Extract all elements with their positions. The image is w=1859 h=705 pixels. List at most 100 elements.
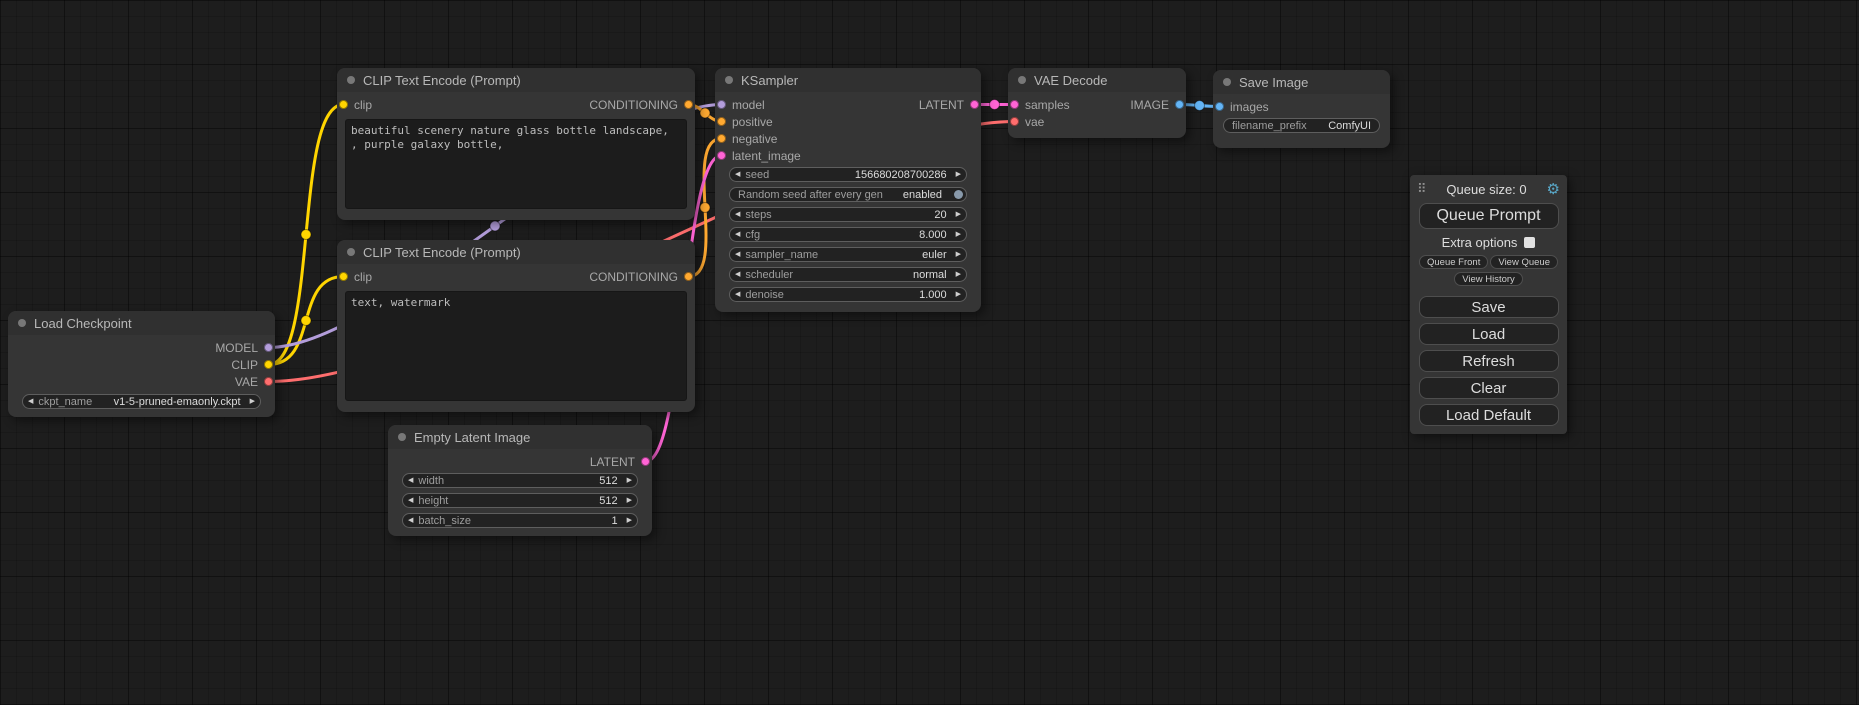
output-slot-model[interactable] xyxy=(264,343,273,352)
increment-arrow-icon[interactable]: ▶ xyxy=(622,477,637,484)
queue-prompt-button[interactable]: Queue Prompt xyxy=(1419,203,1559,229)
node-graph-canvas[interactable]: Load Checkpoint MODEL CLIP VAE ◀ ckpt_na… xyxy=(0,0,1859,705)
collapse-dot-icon[interactable] xyxy=(725,76,733,84)
widget-ckpt-name[interactable]: ◀ ckpt_name v1-5-pruned-emaonly.ckpt ▶ xyxy=(22,394,261,409)
widget-filename-prefix[interactable]: filename_prefix ComfyUI xyxy=(1223,118,1380,133)
node-titlebar[interactable]: KSampler xyxy=(715,68,981,92)
decrement-arrow-icon[interactable]: ◀ xyxy=(730,231,745,238)
input-slot-images[interactable] xyxy=(1215,102,1224,111)
load-button[interactable]: Load xyxy=(1419,323,1559,345)
collapse-dot-icon[interactable] xyxy=(347,76,355,84)
widget-denoise[interactable]: ◀ denoise 1.000 ▶ xyxy=(729,287,967,302)
collapse-dot-icon[interactable] xyxy=(398,433,406,441)
input-slot-clip[interactable] xyxy=(339,100,348,109)
widget-name: sampler_name xyxy=(745,249,818,261)
decrement-arrow-icon[interactable]: ◀ xyxy=(23,398,38,405)
widget-sampler-name[interactable]: ◀ sampler_name euler ▶ xyxy=(729,247,967,262)
link-midpoint-dot[interactable] xyxy=(700,203,710,213)
wire-clip-to-positive-prompt xyxy=(269,105,344,365)
widget-scheduler[interactable]: ◀ scheduler normal ▶ xyxy=(729,267,967,282)
widget-height[interactable]: ◀ height 512 ▶ xyxy=(402,493,638,508)
widget-cfg[interactable]: ◀ cfg 8.000 ▶ xyxy=(729,227,967,242)
widget-steps[interactable]: ◀ steps 20 ▶ xyxy=(729,207,967,222)
node-clip-text-encode-positive[interactable]: CLIP Text Encode (Prompt) clip CONDITION… xyxy=(337,68,695,220)
input-slot-latent-image[interactable] xyxy=(717,151,726,160)
widget-random-seed-toggle[interactable]: Random seed after every gen enabled xyxy=(729,187,967,202)
output-slot-latent[interactable] xyxy=(970,100,979,109)
input-label-latent-image: latent_image xyxy=(732,149,801,163)
negative-prompt-textarea[interactable]: text, watermark xyxy=(345,291,687,401)
queue-front-button[interactable]: Queue Front xyxy=(1419,255,1488,269)
decrement-arrow-icon[interactable]: ◀ xyxy=(403,477,418,484)
widget-batch-size[interactable]: ◀ batch_size 1 ▶ xyxy=(402,513,638,528)
output-slot-latent[interactable] xyxy=(641,457,650,466)
input-slot-model[interactable] xyxy=(717,100,726,109)
link-midpoint-dot[interactable] xyxy=(990,100,1000,110)
node-save-image[interactable]: Save Image images filename_prefix ComfyU… xyxy=(1213,70,1390,148)
input-slot-samples[interactable] xyxy=(1010,100,1019,109)
increment-arrow-icon[interactable]: ▶ xyxy=(951,271,966,278)
link-midpoint-dot[interactable] xyxy=(1195,101,1205,111)
decrement-arrow-icon[interactable]: ◀ xyxy=(730,291,745,298)
load-default-button[interactable]: Load Default xyxy=(1419,404,1559,426)
increment-arrow-icon[interactable]: ▶ xyxy=(622,497,637,504)
increment-arrow-icon[interactable]: ▶ xyxy=(951,251,966,258)
node-empty-latent-image[interactable]: Empty Latent Image LATENT ◀ width 512 ▶ … xyxy=(388,425,652,536)
link-midpoint-dot[interactable] xyxy=(301,230,311,240)
node-load-checkpoint[interactable]: Load Checkpoint MODEL CLIP VAE ◀ ckpt_na… xyxy=(8,311,275,417)
decrement-arrow-icon[interactable]: ◀ xyxy=(730,271,745,278)
input-slot-negative[interactable] xyxy=(717,134,726,143)
collapse-dot-icon[interactable] xyxy=(18,319,26,327)
node-ksampler[interactable]: KSampler model LATENT positive negative … xyxy=(715,68,981,312)
decrement-arrow-icon[interactable]: ◀ xyxy=(730,251,745,258)
link-midpoint-dot[interactable] xyxy=(700,108,710,118)
view-queue-button[interactable]: View Queue xyxy=(1490,255,1558,269)
node-title-text: KSampler xyxy=(741,73,798,88)
view-history-button[interactable]: View History xyxy=(1454,272,1523,286)
increment-arrow-icon[interactable]: ▶ xyxy=(951,291,966,298)
collapse-dot-icon[interactable] xyxy=(1223,78,1231,86)
increment-arrow-icon[interactable]: ▶ xyxy=(951,231,966,238)
link-midpoint-dot[interactable] xyxy=(301,316,311,326)
output-slot-image[interactable] xyxy=(1175,100,1184,109)
input-slot-clip[interactable] xyxy=(339,272,348,281)
node-titlebar[interactable]: CLIP Text Encode (Prompt) xyxy=(337,240,695,264)
refresh-button[interactable]: Refresh xyxy=(1419,350,1559,372)
decrement-arrow-icon[interactable]: ◀ xyxy=(403,497,418,504)
decrement-arrow-icon[interactable]: ◀ xyxy=(730,171,745,178)
positive-prompt-textarea[interactable]: beautiful scenery nature glass bottle la… xyxy=(345,119,687,209)
node-titlebar[interactable]: Empty Latent Image xyxy=(388,425,652,449)
collapse-dot-icon[interactable] xyxy=(347,248,355,256)
node-titlebar[interactable]: CLIP Text Encode (Prompt) xyxy=(337,68,695,92)
decrement-arrow-icon[interactable]: ◀ xyxy=(403,517,418,524)
node-vae-decode[interactable]: VAE Decode samples IMAGE vae xyxy=(1008,68,1186,138)
collapse-dot-icon[interactable] xyxy=(1018,76,1026,84)
widget-value: 1 xyxy=(611,515,621,527)
output-slot-conditioning[interactable] xyxy=(684,272,693,281)
output-slot-vae[interactable] xyxy=(264,377,273,386)
widget-width[interactable]: ◀ width 512 ▶ xyxy=(402,473,638,488)
node-titlebar[interactable]: VAE Decode xyxy=(1008,68,1186,92)
input-slot-vae[interactable] xyxy=(1010,117,1019,126)
increment-arrow-icon[interactable]: ▶ xyxy=(622,517,637,524)
node-title-text: VAE Decode xyxy=(1034,73,1107,88)
settings-gear-icon[interactable]: ⚙ xyxy=(1547,182,1560,197)
widget-seed[interactable]: ◀ seed 156680208700286 ▶ xyxy=(729,167,967,182)
node-titlebar[interactable]: Load Checkpoint xyxy=(8,311,275,335)
increment-arrow-icon[interactable]: ▶ xyxy=(245,398,260,405)
toggle-knob-icon[interactable] xyxy=(954,190,963,199)
node-titlebar[interactable]: Save Image xyxy=(1213,70,1390,94)
output-slot-conditioning[interactable] xyxy=(684,100,693,109)
link-midpoint-dot[interactable] xyxy=(490,221,500,231)
node-clip-text-encode-negative[interactable]: CLIP Text Encode (Prompt) clip CONDITION… xyxy=(337,240,695,412)
decrement-arrow-icon[interactable]: ◀ xyxy=(730,211,745,218)
extra-options-checkbox[interactable] xyxy=(1524,237,1535,248)
increment-arrow-icon[interactable]: ▶ xyxy=(951,171,966,178)
widget-value: euler xyxy=(922,249,950,261)
output-slot-clip[interactable] xyxy=(264,360,273,369)
input-slot-positive[interactable] xyxy=(717,117,726,126)
clear-button[interactable]: Clear xyxy=(1419,377,1559,399)
increment-arrow-icon[interactable]: ▶ xyxy=(951,211,966,218)
drag-handle-icon[interactable]: ⠿ xyxy=(1417,183,1427,196)
save-button[interactable]: Save xyxy=(1419,296,1559,318)
